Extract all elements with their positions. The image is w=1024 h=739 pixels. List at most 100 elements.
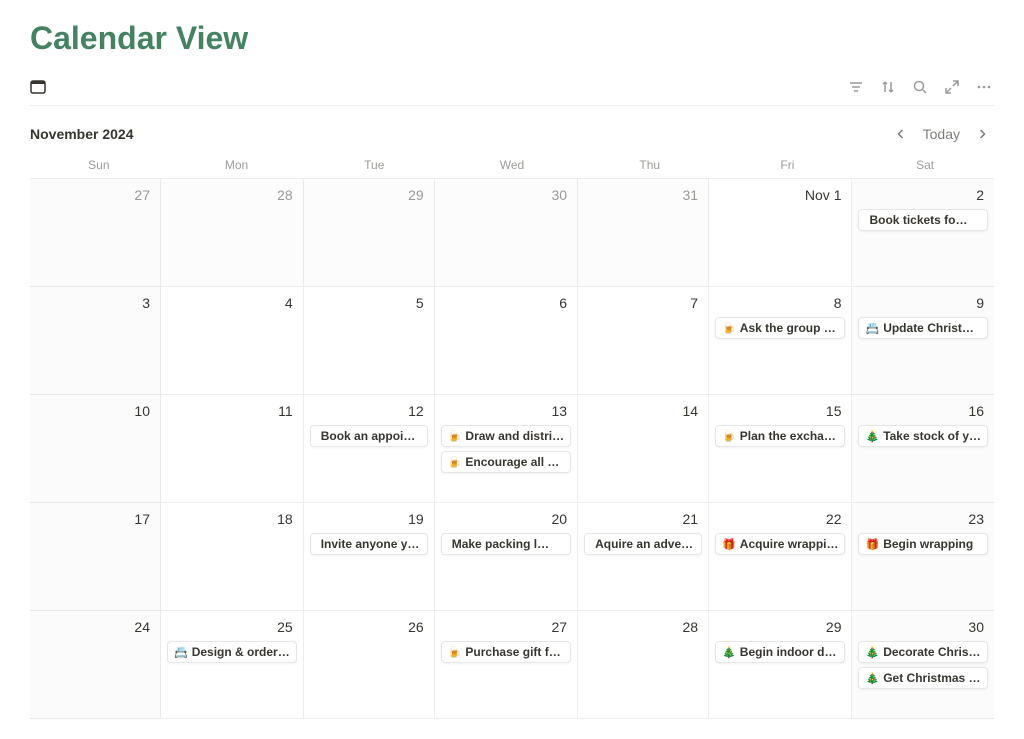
day-cell[interactable]: 5 <box>304 287 435 395</box>
day-number: 26 <box>310 617 428 635</box>
day-cell[interactable]: 14 <box>578 395 709 503</box>
day-cell[interactable]: 23 🎁Begin wrapping <box>852 503 994 611</box>
event-chip[interactable]: 📇Design & order… <box>167 641 297 663</box>
day-cell[interactable]: 22🎁Acquire wrappi… <box>709 503 852 611</box>
day-cell[interactable]: 7 <box>578 287 709 395</box>
day-number: 2 <box>858 185 988 203</box>
day-number: 7 <box>584 293 702 311</box>
day-cell[interactable]: 17 <box>30 503 161 611</box>
event-emoji-icon: 🎄 <box>722 646 736 659</box>
day-cell[interactable]: 12 Book an appoi… <box>304 395 435 503</box>
event-chip[interactable]: Invite anyone y… <box>310 533 428 555</box>
event-emoji-icon: 🍺 <box>722 322 736 335</box>
day-cell[interactable]: 3 <box>30 287 161 395</box>
day-number: 27 <box>441 617 571 635</box>
event-chip[interactable]: 🍺Purchase gift f… <box>441 641 571 663</box>
event-chip[interactable]: 🎁Begin wrapping <box>858 533 988 555</box>
event-chip[interactable]: 🎄Take stock of y… <box>858 425 988 447</box>
day-cell[interactable]: 15🍺Plan the excha… <box>709 395 852 503</box>
day-header: Sat <box>856 154 994 178</box>
day-cell[interactable]: 28 <box>161 179 304 287</box>
day-cell[interactable]: 29 <box>304 179 435 287</box>
day-number: 27 <box>36 185 154 203</box>
day-number: 23 <box>858 509 988 527</box>
day-cell[interactable]: 24 <box>30 611 161 719</box>
event-chip[interactable]: 🍺Draw and distri… <box>441 425 571 447</box>
expand-icon[interactable] <box>942 77 962 97</box>
today-button[interactable]: Today <box>915 124 968 144</box>
event-chip[interactable]: 🎄Get Christmas … <box>858 667 988 689</box>
day-cell[interactable]: 31 <box>578 179 709 287</box>
day-cell[interactable]: 26 <box>304 611 435 719</box>
day-cell[interactable]: 25 📇Design & order… <box>161 611 304 719</box>
event-label: Design & order… <box>192 645 290 659</box>
day-number: 13 <box>441 401 571 419</box>
event-emoji-icon: 🎄 <box>865 646 879 659</box>
event-chip[interactable]: 🎄Begin indoor d… <box>715 641 845 663</box>
event-chip[interactable]: Make packing l… <box>441 533 571 555</box>
day-number: 10 <box>36 401 154 419</box>
event-chip[interactable]: 🎁 Acquire wrappi… <box>715 533 845 555</box>
next-month-button[interactable] <box>970 122 994 146</box>
more-icon[interactable] <box>974 77 994 97</box>
day-number: 16 <box>858 401 988 419</box>
day-number: 25 <box>167 617 297 635</box>
event-chip[interactable]: 🍺Encourage all … <box>441 451 571 473</box>
day-number: 12 <box>310 401 428 419</box>
day-cell[interactable]: 21 Aquire an adve… <box>578 503 709 611</box>
event-chip[interactable]: Aquire an adve… <box>584 533 702 555</box>
day-cell[interactable]: 30 🎄Decorate Chris… 🎄Get Christmas … <box>852 611 994 719</box>
event-chip[interactable]: 🎄Decorate Chris… <box>858 641 988 663</box>
day-header: Tue <box>305 154 443 178</box>
sort-icon[interactable] <box>878 77 898 97</box>
event-label: Invite anyone y… <box>321 537 421 551</box>
day-number: 4 <box>167 293 297 311</box>
day-cell[interactable]: 13 🍺Draw and distri… 🍺Encourage all … <box>435 395 578 503</box>
day-cell[interactable]: 27 🍺Purchase gift f… <box>435 611 578 719</box>
event-emoji-icon: 🍺 <box>448 456 462 469</box>
day-number: 3 <box>36 293 154 311</box>
day-cell[interactable]: 2 Book tickets fo… <box>852 179 994 287</box>
event-chip[interactable]: 🍺Ask the group … <box>715 317 845 339</box>
event-emoji-icon: 🍺 <box>448 430 462 443</box>
event-label: Book an appoi… <box>321 429 421 443</box>
day-cell[interactable]: 16 🎄Take stock of y… <box>852 395 994 503</box>
day-cell[interactable]: 18 <box>161 503 304 611</box>
day-cell[interactable]: 20Make packing l… <box>435 503 578 611</box>
day-cell[interactable]: 27 <box>30 179 161 287</box>
day-cell[interactable]: 4 <box>161 287 304 395</box>
event-label: Draw and distri… <box>465 429 564 443</box>
day-header: Mon <box>168 154 306 178</box>
search-icon[interactable] <box>910 77 930 97</box>
day-cell[interactable]: 6 <box>435 287 578 395</box>
event-emoji-icon: 🎁 <box>722 538 736 551</box>
event-chip[interactable]: 📇Update Christ… <box>858 317 988 339</box>
event-chip[interactable]: 🍺Plan the excha… <box>715 425 845 447</box>
day-number: 21 <box>584 509 702 527</box>
day-cell[interactable]: 8🍺Ask the group … <box>709 287 852 395</box>
day-header: Sun <box>30 154 168 178</box>
day-number: 31 <box>584 185 702 203</box>
day-number: 18 <box>167 509 297 527</box>
day-headers-row: SunMonTueWedThuFriSat <box>30 154 994 178</box>
event-label: Plan the excha… <box>740 429 839 443</box>
filter-icon[interactable] <box>846 77 866 97</box>
day-number: 29 <box>715 617 845 635</box>
day-cell[interactable]: 9📇Update Christ… <box>852 287 994 395</box>
day-cell[interactable]: Nov 1 <box>709 179 852 287</box>
event-label: Book tickets fo… <box>869 213 981 227</box>
day-number: 30 <box>858 617 988 635</box>
day-cell[interactable]: 11 <box>161 395 304 503</box>
calendar-view-tab-icon[interactable] <box>30 79 46 95</box>
event-chip[interactable]: Book tickets fo… <box>858 209 988 231</box>
day-cell[interactable]: 19Invite anyone y… <box>304 503 435 611</box>
day-cell[interactable]: 30 <box>435 179 578 287</box>
prev-month-button[interactable] <box>889 122 913 146</box>
event-emoji-icon: 🎄 <box>865 672 879 685</box>
day-cell[interactable]: 28 <box>578 611 709 719</box>
event-chip[interactable]: Book an appoi… <box>310 425 428 447</box>
event-label: Acquire wrappi… <box>740 537 839 551</box>
day-cell[interactable]: 10 <box>30 395 161 503</box>
day-cell[interactable]: 29 🎄Begin indoor d… <box>709 611 852 719</box>
event-label: Aquire an adve… <box>595 537 695 551</box>
